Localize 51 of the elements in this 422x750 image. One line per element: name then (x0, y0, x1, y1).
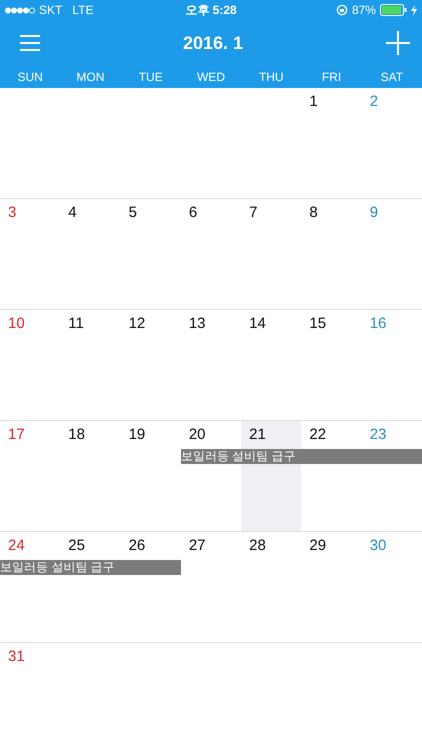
signal-icon (5, 6, 35, 14)
day-number[interactable]: 19 (128, 426, 146, 443)
day-number[interactable]: 29 (309, 537, 326, 554)
battery-percent: 87% (352, 3, 376, 17)
add-button[interactable] (386, 31, 410, 55)
day-number[interactable]: 5 (128, 204, 137, 221)
day-number[interactable]: 13 (188, 315, 206, 332)
day-number[interactable]: 18 (68, 426, 85, 443)
day-number[interactable]: 22 (309, 426, 326, 443)
event-bar[interactable]: 보일러등 설비팀 급구 (180, 449, 422, 464)
day-number[interactable]: 3 (8, 204, 16, 221)
day-number[interactable]: 1 (309, 93, 318, 110)
event-bar[interactable]: 보일러등 설비팀 급구 (0, 560, 181, 575)
carrier-label: SKT (39, 3, 62, 17)
day-number[interactable]: 10 (8, 315, 25, 332)
day-number[interactable]: 17 (8, 426, 25, 443)
day-number[interactable]: 27 (188, 537, 206, 554)
day-number[interactable]: 14 (249, 315, 266, 332)
day-number[interactable]: 12 (128, 315, 146, 332)
day-number[interactable]: 20 (188, 426, 206, 443)
network-label: LTE (72, 3, 94, 17)
weekday-label: WED (196, 70, 225, 84)
day-number[interactable]: 25 (68, 537, 85, 554)
day-number[interactable]: 30 (370, 537, 386, 554)
day-number[interactable]: 7 (249, 204, 258, 221)
day-number[interactable]: 23 (370, 426, 386, 443)
day-number[interactable]: 8 (309, 204, 318, 221)
status-time: 오후 5:28 (185, 2, 237, 18)
weekday-label: SUN (17, 70, 43, 84)
weekday-label: MON (76, 70, 104, 84)
weekday-label: SAT (380, 70, 404, 84)
day-number[interactable]: 16 (370, 315, 386, 332)
day-number[interactable]: 4 (68, 204, 77, 221)
charging-icon (410, 4, 417, 16)
weekday-label: TUE (138, 70, 163, 84)
day-number[interactable]: 6 (188, 204, 198, 221)
rotation-lock-icon (336, 4, 348, 16)
day-number[interactable]: 24 (8, 537, 25, 554)
day-number[interactable]: 28 (249, 537, 266, 554)
weekday-label: FRI (322, 70, 342, 84)
menu-button[interactable] (20, 35, 40, 51)
day-number[interactable]: 11 (68, 315, 84, 332)
day-number[interactable]: 26 (128, 537, 146, 554)
day-number[interactable]: 21 (249, 426, 266, 443)
day-number[interactable]: 15 (309, 315, 326, 332)
day-number[interactable]: 9 (370, 204, 378, 221)
battery-icon (380, 4, 407, 16)
weekday-label: THU (258, 70, 284, 84)
day-number[interactable]: 31 (8, 648, 25, 665)
month-title: 2016. 1 (182, 32, 244, 54)
day-number[interactable]: 2 (370, 93, 378, 110)
